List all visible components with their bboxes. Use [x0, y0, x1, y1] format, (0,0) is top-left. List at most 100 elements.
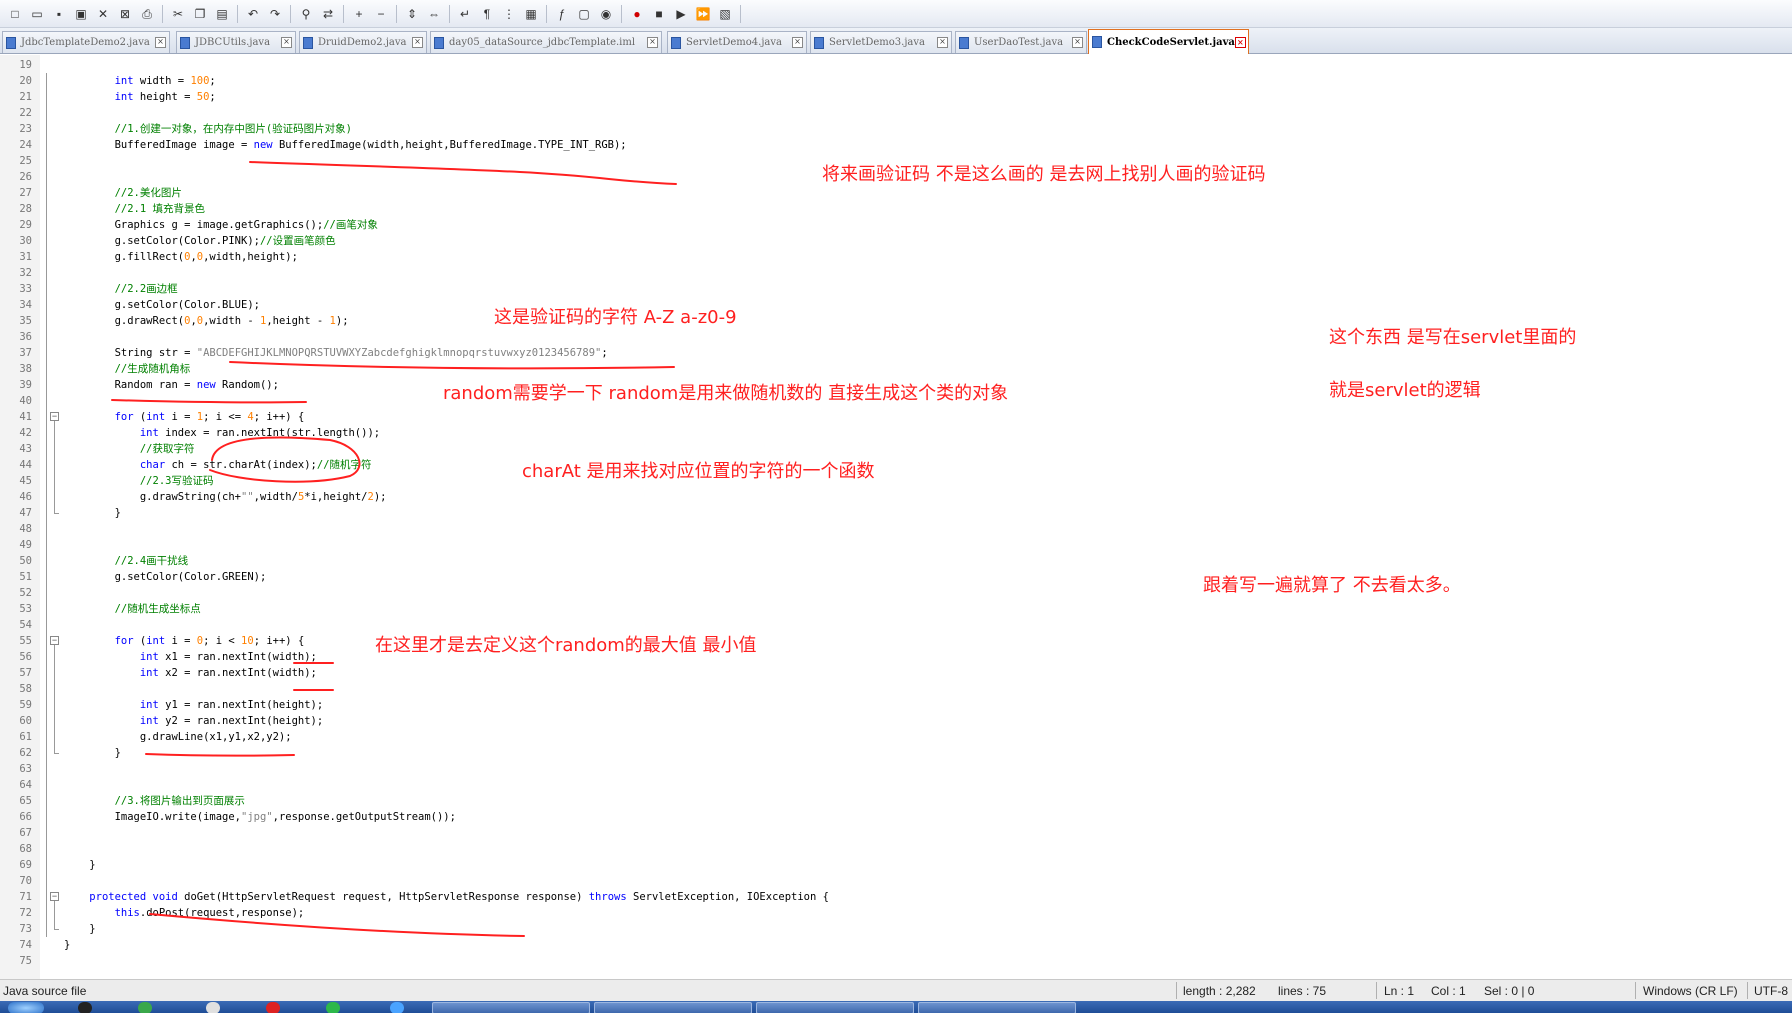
open-file-icon[interactable]: ▭ [28, 5, 46, 23]
code-line[interactable]: g.drawRect(0,0,width - 1,height - 1); [64, 313, 349, 329]
zoom-out-icon[interactable]: − [372, 5, 390, 23]
code-line[interactable]: g.setColor(Color.PINK);//设置画笔颜色 [64, 233, 336, 249]
code-line[interactable]: } [64, 937, 70, 953]
code-line[interactable]: int x1 = ran.nextInt(width); [64, 649, 317, 665]
function-list-icon[interactable]: ƒ [553, 5, 571, 23]
code-line[interactable]: protected void doGet(HttpServletRequest … [64, 889, 829, 905]
code-line[interactable]: BufferedImage image = new BufferedImage(… [64, 137, 627, 153]
code-line[interactable]: //2.3写验证码 [64, 473, 214, 489]
code-line[interactable]: g.setColor(Color.GREEN); [64, 569, 267, 585]
taskbar-window-button[interactable] [918, 1002, 1076, 1013]
code-line[interactable]: } [64, 921, 95, 937]
editor-tab[interactable]: DruidDemo2.java × [299, 31, 427, 53]
code-line[interactable]: g.drawLine(x1,y1,x2,y2); [64, 729, 292, 745]
taskbar-window-button[interactable] [756, 1002, 914, 1013]
close-tab-icon[interactable]: × [1234, 36, 1246, 48]
copy-icon[interactable]: ❐ [191, 5, 209, 23]
editor-tab[interactable]: ServletDemo3.java × [810, 31, 952, 53]
run-macro-multiple-icon[interactable]: ⏩ [694, 5, 712, 23]
stop-macro-icon[interactable]: ■ [650, 5, 668, 23]
app-icon[interactable] [206, 1002, 220, 1013]
indent-guide-icon[interactable]: ⋮ [500, 5, 518, 23]
redo-icon[interactable]: ↷ [266, 5, 284, 23]
save-icon[interactable]: ▪ [50, 5, 68, 23]
code-line[interactable]: g.drawString(ch+"",width/5*i,height/2); [64, 489, 387, 505]
code-line[interactable]: //3.将图片输出到页面展示 [64, 793, 245, 809]
taskbar-window-button[interactable] [594, 1002, 752, 1013]
print-icon[interactable]: ⎙ [138, 5, 156, 23]
sync-vertical-icon[interactable]: ⇕ [403, 5, 421, 23]
undo-icon[interactable]: ↶ [244, 5, 262, 23]
paste-icon[interactable]: ▤ [213, 5, 231, 23]
app-icon[interactable] [390, 1002, 404, 1013]
close-tab-icon[interactable]: × [937, 37, 948, 48]
app-icon[interactable] [138, 1002, 152, 1013]
editor-tab[interactable]: UserDaoTest.java × [955, 31, 1087, 53]
app-icon[interactable] [266, 1002, 280, 1013]
code-line[interactable]: int y1 = ran.nextInt(height); [64, 697, 323, 713]
fold-toggle-icon[interactable]: − [50, 892, 59, 901]
code-editor[interactable]: 19 20 21 22 23 24 25 26 27 28 29 30 31 32 33 34 35 36 37 38… [0, 55, 1792, 979]
find-icon[interactable]: ⚲ [297, 5, 315, 23]
taskbar-window-button[interactable] [432, 1002, 590, 1013]
code-line[interactable]: for (int i = 0; i < 10; i++) { [64, 633, 305, 649]
code-line[interactable]: //1.创建一对象，在内存中图片(验证码图片对象) [64, 121, 352, 137]
close-icon[interactable]: ✕ [94, 5, 112, 23]
monitor-icon[interactable]: ◉ [597, 5, 615, 23]
code-line[interactable]: int index = ran.nextInt(str.length()); [64, 425, 380, 441]
code-line[interactable]: g.setColor(Color.BLUE); [64, 297, 260, 313]
sync-horizontal-icon[interactable]: ⇔ [425, 5, 443, 23]
code-line[interactable]: } [64, 505, 121, 521]
word-wrap-icon[interactable]: ↵ [456, 5, 474, 23]
close-tab-icon[interactable]: × [647, 37, 658, 48]
show-all-chars-icon[interactable]: ¶ [478, 5, 496, 23]
app-icon[interactable] [326, 1002, 340, 1013]
code-line[interactable]: //2.2画边框 [64, 281, 178, 297]
code-line[interactable]: g.fillRect(0,0,width,height); [64, 249, 298, 265]
fold-toggle-icon[interactable]: − [50, 636, 59, 645]
close-tab-icon[interactable]: × [792, 37, 803, 48]
code-line[interactable]: int height = 50; [64, 89, 216, 105]
editor-tab[interactable]: CheckCodeServlet.java × [1088, 29, 1249, 54]
code-line[interactable]: int x2 = ran.nextInt(width); [64, 665, 317, 681]
code-line[interactable]: int y2 = ran.nextInt(height); [64, 713, 323, 729]
code-line[interactable]: String str = "ABCDEFGHIJKLMNOPQRSTUVWXYZ… [64, 345, 608, 361]
code-line[interactable]: ImageIO.write(image,"jpg",response.getOu… [64, 809, 456, 825]
editor-tab[interactable]: ServletDemo4.java × [667, 31, 807, 53]
code-line[interactable]: //随机生成坐标点 [64, 601, 201, 617]
close-tab-icon[interactable]: × [412, 37, 423, 48]
play-macro-icon[interactable]: ▶ [672, 5, 690, 23]
code-line[interactable]: char ch = str.charAt(index);//随机字符 [64, 457, 372, 473]
editor-tab[interactable]: JdbcTemplateDemo2.java × [2, 31, 170, 53]
editor-tab[interactable]: day05_dataSource_jdbcTemplate.iml × [430, 31, 662, 53]
code-line[interactable]: } [64, 745, 121, 761]
fold-toggle-icon[interactable]: − [50, 412, 59, 421]
close-tab-icon[interactable]: × [155, 37, 166, 48]
code-line[interactable]: this.doPost(request,response); [64, 905, 305, 921]
code-line[interactable]: //2.4画干扰线 [64, 553, 189, 569]
code-line[interactable]: //2.1 填充背景色 [64, 201, 205, 217]
start-button-icon[interactable] [8, 1002, 44, 1013]
code-line[interactable]: Random ran = new Random(); [64, 377, 279, 393]
editor-tab[interactable]: JDBCUtils.java × [176, 31, 296, 53]
code-line[interactable]: int width = 100; [64, 73, 216, 89]
folder-as-workspace-icon[interactable]: ▢ [575, 5, 593, 23]
save-all-icon[interactable]: ▣ [72, 5, 90, 23]
replace-icon[interactable]: ⇄ [319, 5, 337, 23]
cut-icon[interactable]: ✂ [169, 5, 187, 23]
code-line[interactable]: for (int i = 1; i <= 4; i++) { [64, 409, 305, 425]
new-file-icon[interactable]: □ [6, 5, 24, 23]
user-lang-icon[interactable]: ▦ [522, 5, 540, 23]
app-icon[interactable] [78, 1002, 92, 1013]
close-tab-icon[interactable]: × [281, 37, 292, 48]
save-macro-icon[interactable]: ▧ [716, 5, 734, 23]
zoom-in-icon[interactable]: + [350, 5, 368, 23]
record-macro-icon[interactable]: ● [628, 5, 646, 23]
code-line[interactable]: //2.美化图片 [64, 185, 182, 201]
close-all-icon[interactable]: ⊠ [116, 5, 134, 23]
code-line[interactable]: Graphics g = image.getGraphics();//画笔对象 [64, 217, 378, 233]
close-tab-icon[interactable]: × [1072, 37, 1083, 48]
code-line[interactable]: //获取字符 [64, 441, 195, 457]
code-line[interactable]: } [64, 857, 95, 873]
code-line[interactable]: //生成随机角标 [64, 361, 191, 377]
